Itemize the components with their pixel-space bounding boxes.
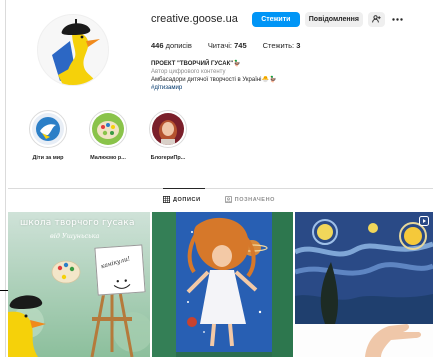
follow-button[interactable]: Стежити [251, 11, 300, 27]
posts-label: дописів [165, 41, 192, 50]
goose-logo-icon [38, 15, 108, 85]
more-options-button[interactable] [392, 12, 404, 27]
tab-tagged-label: ПОЗНАЧЕНО [234, 196, 276, 203]
more-dots-icon [392, 17, 404, 21]
post-artwork-space-girl [152, 212, 293, 357]
highlight-item[interactable]: БлогериПр... [140, 110, 196, 170]
highlight-ring [89, 110, 127, 148]
bio-category: Автор цифрового контенту [151, 69, 226, 75]
followers-stat[interactable]: Читачі: 745 [208, 41, 247, 50]
profile-actions-row: creative.goose.ua Стежити Повідомлення [151, 10, 431, 28]
following-count: 3 [296, 41, 301, 50]
profile-username: creative.goose.ua [151, 13, 238, 25]
bio-name: ПРОЕКТ "ТВОРЧИЙ ГУСАК"🦆 [151, 61, 241, 67]
grid-icon [163, 196, 170, 203]
posts-stat: 446 дописів [151, 41, 192, 50]
profile-bio: ПРОЕКТ "ТВОРЧИЙ ГУСАК"🦆 Автор цифрового … [151, 60, 431, 92]
highlight-label: Малюємо р... [90, 155, 126, 161]
add-person-icon [371, 15, 381, 23]
tab-tagged[interactable]: ПОЗНАЧЕНО [224, 196, 276, 203]
highlight-item[interactable]: Діти за мир [20, 110, 76, 170]
following-stat[interactable]: Стежить: 3 [263, 41, 301, 50]
highlight-ring [29, 110, 67, 148]
highlight-cover [92, 113, 124, 145]
followers-label: Читачі: [207, 41, 233, 50]
paint-palette-icon [92, 113, 124, 145]
tab-posts[interactable]: ДОПИСИ [163, 196, 201, 203]
vacation-sign: канікули! [94, 244, 146, 296]
profile-stats: 446 дописів Читачі: 745 Стежить: 3 [151, 41, 431, 50]
left-marker [0, 290, 8, 291]
highlight-label: Діти за мир [32, 155, 64, 161]
bio-text: Амбасадори дитячої творчості в Україні🐣🦆 [151, 77, 277, 83]
blogger-portrait-icon [152, 113, 184, 145]
message-button[interactable]: Повідомлення [304, 11, 363, 27]
following-label: Стежить: [262, 41, 295, 50]
peace-dove-icon [32, 113, 64, 145]
highlight-cover [32, 113, 64, 145]
suggest-people-button[interactable] [367, 11, 385, 27]
post-thumbnail[interactable]: школа творчого гусака від Ушуньська кані… [8, 212, 150, 357]
highlight-label: БлогериПр... [150, 155, 186, 161]
profile-avatar[interactable] [37, 14, 109, 86]
active-tab-indicator [163, 188, 205, 189]
followers-count: 745 [234, 41, 247, 50]
posts-grid: школа творчого гусака від Ушуньська кані… [8, 212, 433, 357]
highlight-ring [149, 110, 187, 148]
post-title: школа творчого гусака [20, 218, 135, 228]
profile-header: creative.goose.ua Стежити Повідомлення 4… [0, 0, 437, 110]
highlight-cover [152, 113, 184, 145]
profile-tabs: ДОПИСИ ПОЗНАЧЕНО [163, 196, 299, 203]
tab-posts-label: ДОПИСИ [173, 196, 201, 203]
post-thumbnail[interactable] [295, 212, 433, 357]
post-thumbnail[interactable] [152, 212, 293, 357]
highlight-item[interactable]: Малюємо р... [80, 110, 136, 170]
reel-icon [419, 216, 429, 226]
post-artwork-starry-night [295, 212, 433, 357]
tagged-person-icon [224, 196, 232, 203]
smiley-icon [113, 279, 131, 289]
post-subtitle: від Ушуньська [50, 232, 100, 240]
posts-count: 446 [151, 41, 164, 50]
bio-hashtag[interactable]: #дітизамир [151, 84, 431, 92]
story-highlights: Діти за мир Малюємо р... БлогериПр... [20, 110, 200, 170]
tabs-divider [8, 188, 433, 189]
profile-info: creative.goose.ua Стежити Повідомлення 4… [151, 10, 431, 92]
